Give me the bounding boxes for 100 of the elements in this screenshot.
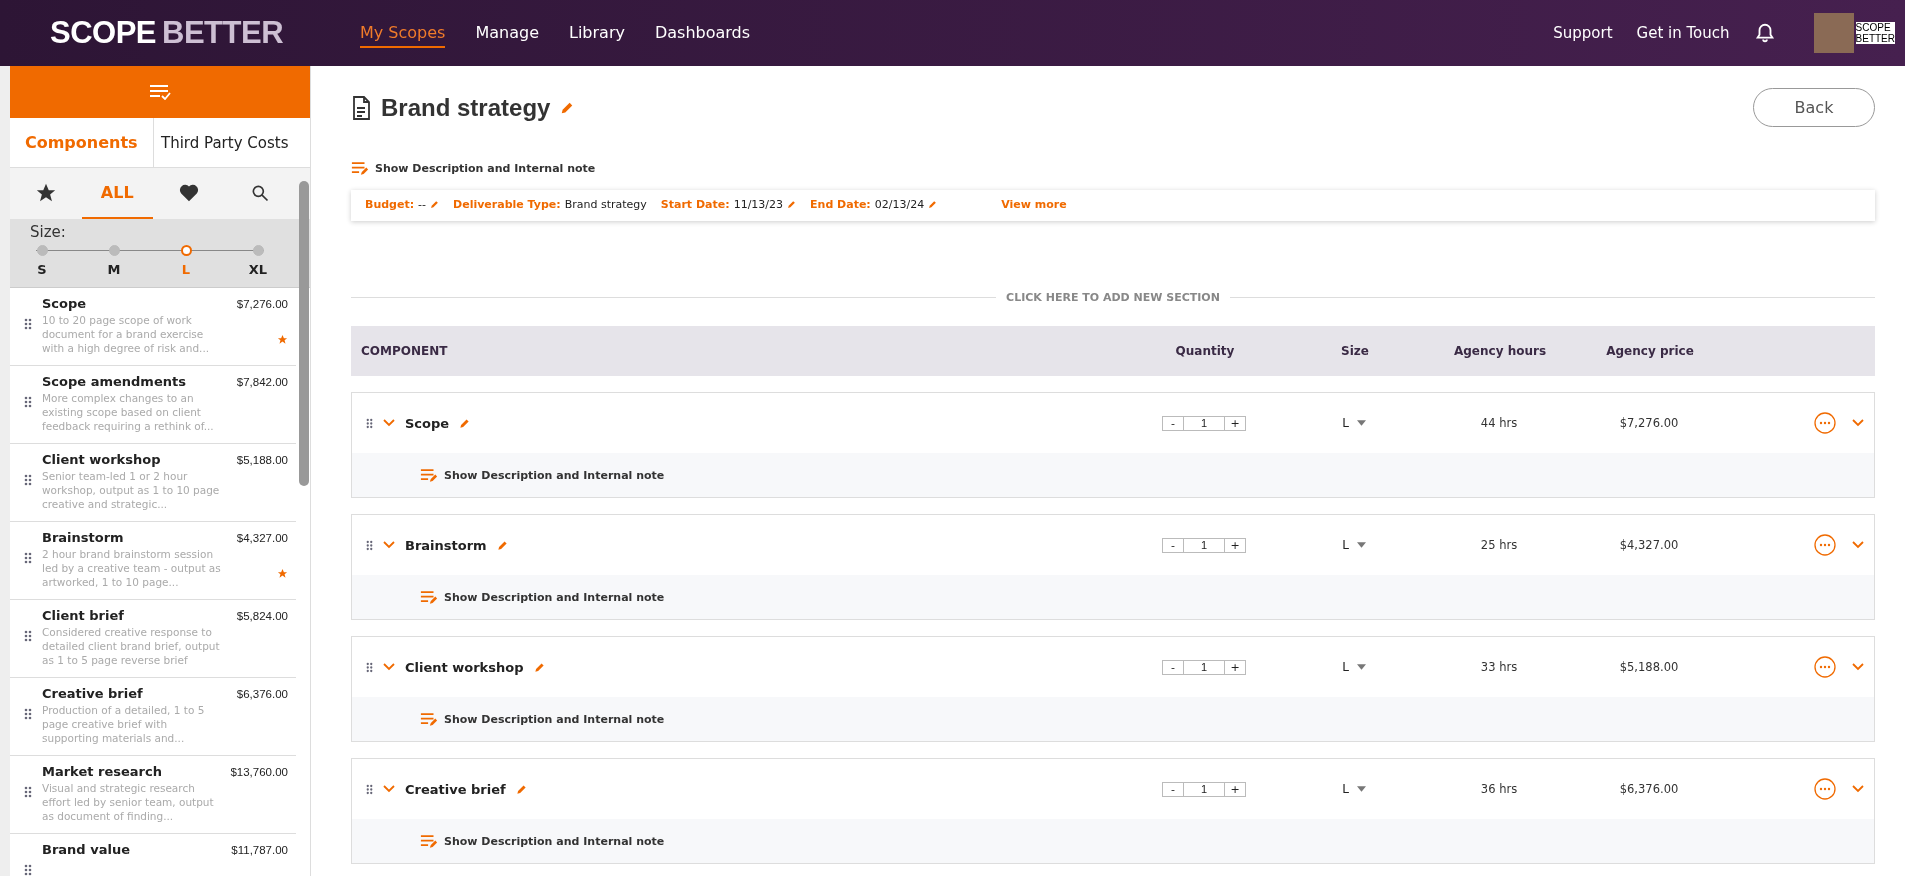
chevron-down-icon[interactable] bbox=[1852, 541, 1864, 549]
nav-tab[interactable]: Manage bbox=[475, 18, 539, 48]
size-dropdown[interactable]: L bbox=[1342, 782, 1366, 796]
add-section-link[interactable]: CLICK HERE TO ADD NEW SECTION bbox=[1006, 291, 1220, 304]
size-slider-stop[interactable] bbox=[108, 245, 120, 256]
component-list-item[interactable]: Brand value $11,787.00 bbox=[10, 834, 296, 876]
more-options-icon[interactable] bbox=[1814, 534, 1836, 556]
drag-handle-icon[interactable] bbox=[24, 396, 32, 408]
drag-handle-icon[interactable] bbox=[366, 661, 373, 673]
quantity-value: 1 bbox=[1183, 416, 1225, 430]
chevron-down-icon[interactable] bbox=[383, 785, 395, 793]
show-description-link[interactable]: Show Description and Internal note bbox=[444, 590, 665, 604]
drag-handle-icon[interactable] bbox=[24, 474, 32, 486]
column-header: Agency hours bbox=[1452, 344, 1548, 358]
caret-down-icon[interactable] bbox=[1356, 420, 1366, 426]
header-link[interactable]: Get in Touch bbox=[1636, 24, 1730, 42]
edit-pencil-icon[interactable] bbox=[533, 661, 545, 673]
edit-pencil-icon[interactable] bbox=[787, 200, 797, 209]
component-list-item[interactable]: Market research Visual and strategic research effort led by senior team, output as document of finding... $13,760.00 bbox=[10, 756, 296, 834]
drag-handle-icon[interactable] bbox=[366, 783, 373, 795]
drag-handle-icon[interactable] bbox=[24, 786, 32, 798]
more-options-icon[interactable] bbox=[1814, 412, 1836, 434]
increment-button[interactable]: + bbox=[1225, 416, 1245, 430]
edit-pencil-icon[interactable] bbox=[459, 417, 471, 429]
show-description-link[interactable]: Show Description and Internal note bbox=[444, 468, 665, 482]
quantity-stepper[interactable]: - 1 + bbox=[1162, 781, 1246, 797]
size-slider-stop[interactable] bbox=[252, 245, 264, 256]
show-description-link[interactable]: Show Description and Internal note bbox=[375, 162, 596, 175]
nav-tab[interactable]: Library bbox=[569, 18, 625, 48]
increment-button[interactable]: + bbox=[1225, 538, 1245, 552]
component-description: More complex changes to an existing scope based on client feedback requiring a rethink of... bbox=[42, 391, 215, 433]
checklist-icon[interactable] bbox=[149, 84, 171, 100]
more-options-icon[interactable] bbox=[1814, 656, 1836, 678]
component-list-item[interactable]: Brainstorm 2 hour brand brainstorm session led by a creative team - output as artworked, 1 to 10 page... $4,327.00 bbox=[10, 522, 296, 600]
quantity-stepper[interactable]: - 1 + bbox=[1162, 415, 1246, 431]
component-list-item[interactable]: Client workshop Senior team-led 1 or 2 hour workshop, output as 1 to 10 page creative and strategic... $5,188.00 bbox=[10, 444, 296, 522]
size-dropdown[interactable]: L bbox=[1342, 416, 1366, 430]
scrollbar-thumb[interactable] bbox=[299, 181, 309, 486]
decrement-button[interactable]: - bbox=[1163, 416, 1183, 430]
show-description-link[interactable]: Show Description and Internal note bbox=[444, 834, 665, 848]
drag-handle-icon[interactable] bbox=[24, 864, 32, 876]
hours-cell-text: 33 hrs bbox=[1479, 660, 1519, 674]
component-name: Brand value bbox=[42, 842, 131, 857]
decrement-button[interactable]: - bbox=[1163, 538, 1183, 552]
drag-handle-icon[interactable] bbox=[24, 630, 32, 642]
more-options-icon[interactable] bbox=[1814, 778, 1836, 800]
edit-pencil-icon[interactable] bbox=[515, 783, 527, 795]
chevron-down-icon[interactable] bbox=[383, 663, 395, 671]
component-list-item[interactable]: Scope 10 to 20 page scope of work document for a brand exercise with a high degree of risk and... $7,276.00 bbox=[10, 288, 296, 366]
drag-handle-icon[interactable] bbox=[366, 417, 373, 429]
caret-down-icon[interactable] bbox=[1356, 664, 1366, 670]
edit-pencil-icon[interactable] bbox=[430, 200, 440, 209]
size-option[interactable]: XL bbox=[248, 262, 268, 277]
size-option[interactable]: S bbox=[37, 262, 47, 277]
notes-edit-icon[interactable] bbox=[420, 833, 438, 849]
page-title: Brand strategy bbox=[381, 93, 551, 122]
caret-down-icon[interactable] bbox=[1356, 786, 1366, 792]
increment-button[interactable]: + bbox=[1225, 782, 1245, 796]
edit-pencil-icon[interactable] bbox=[560, 100, 575, 115]
edit-pencil-icon[interactable] bbox=[928, 200, 938, 209]
edit-pencil-icon[interactable] bbox=[496, 539, 508, 551]
nav-tab[interactable]: My Scopes bbox=[360, 18, 446, 48]
size-slider-stop[interactable] bbox=[180, 245, 192, 256]
quantity-stepper[interactable]: - 1 + bbox=[1162, 659, 1246, 675]
component-name: Client workshop bbox=[405, 659, 524, 675]
chevron-down-icon[interactable] bbox=[383, 419, 395, 427]
price-cell-text: $4,327.00 bbox=[1618, 538, 1680, 552]
drag-handle-icon[interactable] bbox=[24, 708, 32, 720]
notes-edit-icon[interactable] bbox=[420, 711, 438, 727]
caret-down-icon[interactable] bbox=[1356, 542, 1366, 548]
show-description-link[interactable]: Show Description and Internal note bbox=[444, 712, 665, 726]
avatar-photo-placeholder[interactable] bbox=[1813, 13, 1854, 53]
logo[interactable]: SCOPE BETTER bbox=[50, 15, 360, 51]
component-list-item[interactable]: Scope amendments More complex changes to an existing scope based on client feedback requiring a rethink of... $7,842.00 bbox=[10, 366, 296, 444]
decrement-button[interactable]: - bbox=[1163, 782, 1183, 796]
quantity-stepper[interactable]: - 1 + bbox=[1162, 537, 1246, 553]
notes-edit-icon[interactable] bbox=[351, 161, 369, 176]
size-dropdown[interactable]: L bbox=[1342, 660, 1366, 674]
column-header: Size bbox=[1340, 344, 1370, 358]
component-list-item[interactable]: Creative brief Production of a detailed, 1 to 5 page creative brief with supporting materials and... $6,376.00 bbox=[10, 678, 296, 756]
nav-tab[interactable]: Dashboards bbox=[654, 18, 751, 48]
drag-handle-icon[interactable] bbox=[24, 318, 32, 330]
chevron-down-icon[interactable] bbox=[1852, 663, 1864, 671]
header-link[interactable]: Support bbox=[1553, 24, 1613, 42]
drag-handle-icon[interactable] bbox=[24, 552, 32, 564]
size-slider-stop[interactable] bbox=[36, 245, 48, 256]
notes-edit-icon[interactable] bbox=[420, 467, 438, 483]
sidebar-tab[interactable]: Third Party Costs bbox=[152, 118, 296, 167]
increment-button[interactable]: + bbox=[1225, 660, 1245, 674]
size-dropdown[interactable]: L bbox=[1342, 538, 1366, 552]
chevron-down-icon[interactable] bbox=[383, 541, 395, 549]
chevron-down-icon[interactable] bbox=[1852, 785, 1864, 793]
decrement-button[interactable]: - bbox=[1163, 660, 1183, 674]
component-list-item[interactable]: Client brief Considered creative response to detailed client brand brief, output as 1 to 5 page reverse brief $5,824.00 bbox=[10, 600, 296, 678]
notification-bell-icon[interactable] bbox=[1753, 22, 1776, 44]
size-option[interactable]: M bbox=[107, 262, 121, 277]
chevron-down-icon[interactable] bbox=[1852, 419, 1864, 427]
back-button[interactable]: Back bbox=[1753, 88, 1875, 127]
notes-edit-icon[interactable] bbox=[420, 589, 438, 605]
drag-handle-icon[interactable] bbox=[366, 539, 373, 551]
